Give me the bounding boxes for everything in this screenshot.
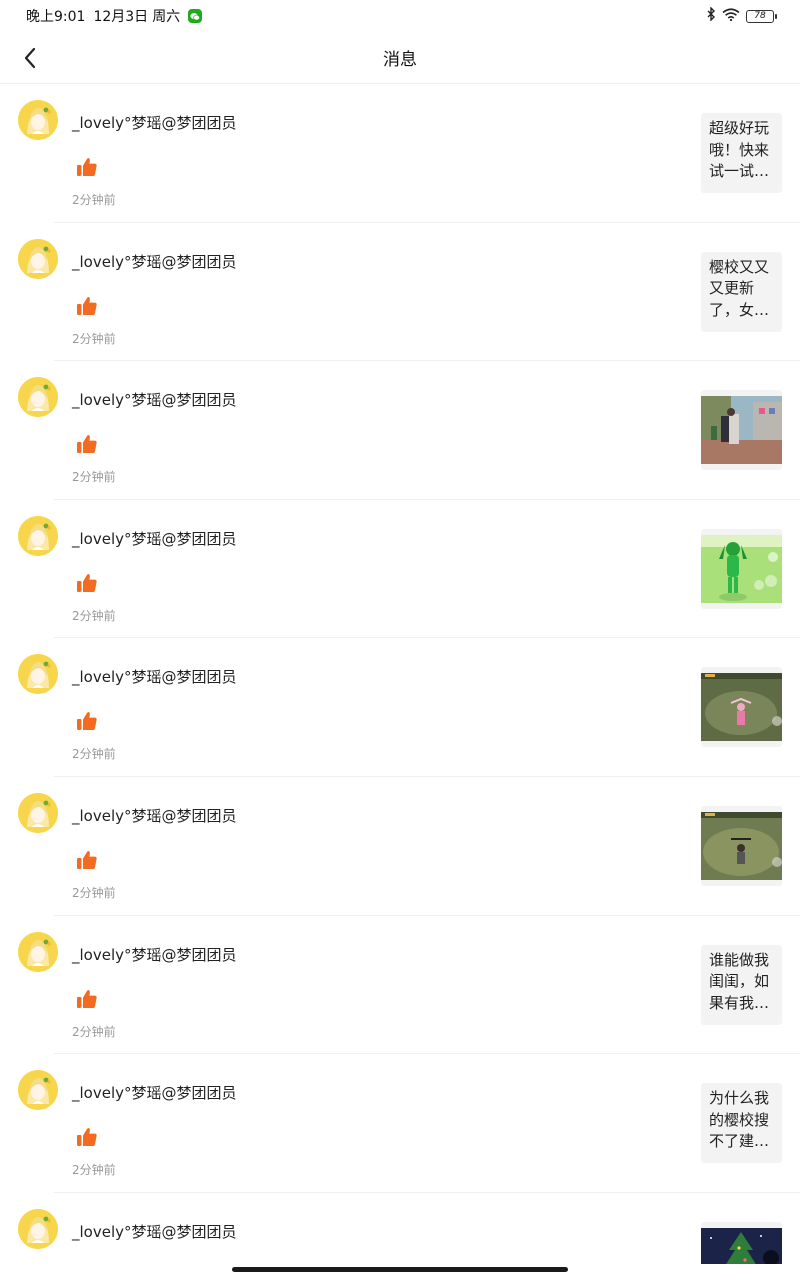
- status-bar: 晚上9:01 12月3日 周六 78: [0, 0, 800, 32]
- notification-item[interactable]: _lovely°梦瑶@梦团团员 2分钟前: [0, 500, 800, 639]
- thumbs-up-icon: [76, 572, 98, 594]
- preview-line: 谁能做我: [709, 950, 770, 969]
- chevron-left-icon: [24, 47, 36, 69]
- preview-line: 的樱校搜: [709, 1110, 770, 1129]
- username[interactable]: _lovely°梦瑶@梦团团员: [72, 112, 237, 133]
- notification-item[interactable]: _lovely°梦瑶@梦团团员 2分钟前: [0, 361, 800, 500]
- preview-line: 樱校又又: [709, 257, 770, 276]
- status-date: 12月3日: [93, 9, 149, 25]
- post-preview-text[interactable]: 超级好玩哦！快来试一试…: [701, 113, 782, 193]
- timestamp: 2分钟前: [72, 885, 116, 900]
- timestamp: 2分钟前: [72, 747, 116, 762]
- timestamp: 2分钟前: [72, 470, 116, 485]
- avatar[interactable]: [18, 792, 58, 833]
- post-preview-image[interactable]: [701, 1221, 782, 1264]
- avatar[interactable]: [18, 515, 58, 556]
- thumbs-up-icon: [76, 295, 98, 317]
- thumbs-up-icon: [76, 433, 98, 455]
- post-preview-image[interactable]: [701, 390, 782, 471]
- username[interactable]: _lovely°梦瑶@梦团团员: [72, 944, 237, 965]
- username[interactable]: _lovely°梦瑶@梦团团员: [72, 1082, 237, 1103]
- timestamp: 2分钟前: [72, 193, 116, 207]
- notification-item[interactable]: _lovely°梦瑶@梦团团员 2分钟前 谁能做我闺闺，如果有我…: [0, 916, 800, 1055]
- page-title: 消息: [383, 50, 417, 70]
- preview-line: 不了建…: [709, 1132, 770, 1151]
- preview-line: 试一试…: [709, 162, 770, 180]
- avatar[interactable]: [18, 1070, 58, 1111]
- avatar[interactable]: [18, 1208, 58, 1249]
- notification-item[interactable]: _lovely°梦瑶@梦团团员 2分钟前: [0, 777, 800, 916]
- status-time: 晚上9:01: [26, 9, 86, 25]
- preview-line: 了，女…: [709, 300, 770, 319]
- thumbs-up-icon: [76, 988, 98, 1010]
- battery-icon: 78: [746, 9, 777, 23]
- preview-line: 为什么我: [709, 1089, 770, 1108]
- notification-item[interactable]: _lovely°梦瑶@梦团团员 2分钟前 樱校又又又更新了，女…: [0, 223, 800, 362]
- post-preview-text[interactable]: 樱校又又又更新了，女…: [701, 251, 782, 332]
- home-indicator[interactable]: [232, 1267, 568, 1272]
- notification-item[interactable]: _lovely°梦瑶@梦团团员: [0, 1193, 800, 1264]
- status-weekday: 周六: [152, 9, 181, 25]
- preview-line: 闺闺，如: [709, 972, 770, 991]
- thumbs-up-icon: [76, 710, 98, 732]
- preview-line: 哦！快来: [709, 140, 770, 159]
- wifi-icon: [722, 7, 740, 25]
- avatar[interactable]: [18, 100, 58, 140]
- timestamp: 2分钟前: [72, 608, 116, 623]
- notification-list[interactable]: _lovely°梦瑶@梦团团员 2分钟前 超级好玩 哦！快来 试一试… _lovely°梦…: [0, 84, 800, 1264]
- status-right: 78: [706, 6, 777, 25]
- status-left: 晚上9:01 12月3日 周六: [26, 6, 203, 26]
- preview-line: 超级好玩: [709, 119, 770, 137]
- post-preview-text[interactable]: 谁能做我闺闺，如果有我…: [701, 944, 782, 1025]
- wechat-icon: [188, 9, 203, 23]
- username[interactable]: _lovely°梦瑶@梦团团员: [72, 389, 237, 410]
- thumbs-up-icon: [76, 156, 98, 178]
- username[interactable]: _lovely°梦瑶@梦团团员: [72, 528, 237, 549]
- header: 消息: [0, 32, 800, 84]
- thumbs-up-icon: [76, 849, 98, 871]
- preview-line: 又更新: [709, 279, 755, 298]
- timestamp: 2分钟前: [72, 1024, 116, 1039]
- avatar[interactable]: [18, 931, 58, 972]
- post-preview-image[interactable]: [701, 528, 782, 609]
- username[interactable]: _lovely°梦瑶@梦团团员: [72, 805, 237, 826]
- notification-item[interactable]: _lovely°梦瑶@梦团团员 2分钟前: [0, 638, 800, 777]
- timestamp: 2分钟前: [72, 331, 116, 346]
- notification-item[interactable]: _lovely°梦瑶@梦团团员 2分钟前 超级好玩哦！快来试一试…: [0, 84, 800, 223]
- thumbs-up-icon: [76, 1126, 98, 1148]
- post-preview-image[interactable]: [701, 805, 782, 886]
- username[interactable]: _lovely°梦瑶@梦团团员: [72, 251, 237, 272]
- timestamp: 2分钟前: [72, 1163, 116, 1178]
- bluetooth-icon: [706, 6, 716, 25]
- post-preview-text[interactable]: 为什么我的樱校搜不了建…: [701, 1083, 782, 1164]
- username[interactable]: _lovely°梦瑶@梦团团员: [72, 1221, 237, 1242]
- preview-line: 果有我…: [709, 993, 770, 1012]
- username[interactable]: _lovely°梦瑶@梦团团员: [72, 666, 237, 687]
- notification-item[interactable]: _lovely°梦瑶@梦团团员 2分钟前 为什么我的樱校搜不了建…: [0, 1054, 800, 1193]
- back-button[interactable]: [14, 42, 46, 74]
- avatar[interactable]: [18, 238, 58, 279]
- post-preview-image[interactable]: [701, 667, 782, 748]
- avatar[interactable]: [18, 654, 58, 695]
- avatar[interactable]: [18, 377, 58, 418]
